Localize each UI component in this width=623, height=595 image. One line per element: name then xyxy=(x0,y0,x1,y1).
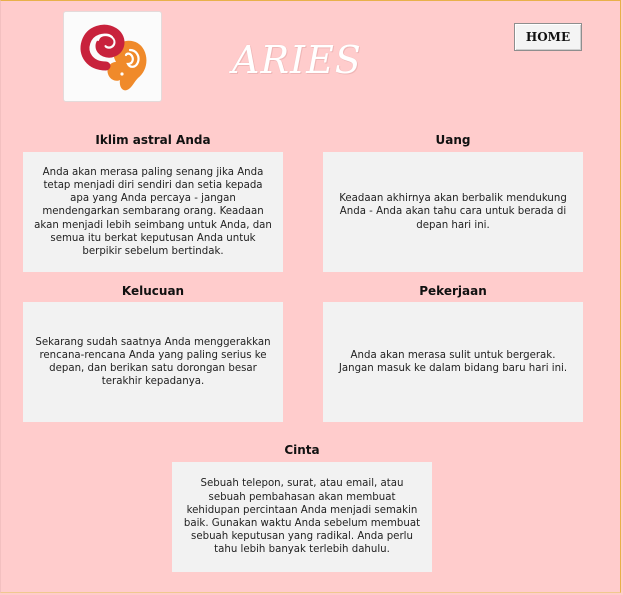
card-text-uang: Keadaan akhirnya akan berbalik mendukung… xyxy=(339,193,567,231)
card-cinta: Sebuah telepon, surat, atau email, atau … xyxy=(172,462,432,572)
card-text-pekerjaan: Anda akan merasa sulit untuk bergerak. J… xyxy=(338,349,568,374)
card-text-iklim: Anda akan merasa paling senang jika Anda… xyxy=(34,166,272,257)
section-title-kelucuan: Kelucuan xyxy=(121,284,185,298)
card-text-cinta: Sebuah telepon, surat, atau email, atau … xyxy=(183,478,421,556)
card-iklim: Anda akan merasa paling senang jika Anda… xyxy=(23,152,283,272)
page-title: ARIES xyxy=(232,38,362,82)
section-title-cinta: Cinta xyxy=(284,443,320,457)
aries-ram-icon xyxy=(80,24,147,91)
card-text-kelucuan: Sekarang sudah saatnya Anda menggerakkan… xyxy=(35,336,271,388)
section-title-uang: Uang xyxy=(435,133,471,147)
home-button[interactable]: HOME xyxy=(514,23,582,51)
card-kelucuan: Sekarang sudah saatnya Anda menggerakkan… xyxy=(23,302,283,422)
aries-logo xyxy=(63,11,162,102)
card-uang: Keadaan akhirnya akan berbalik mendukung… xyxy=(323,152,583,272)
section-title-iklim: Iklim astral Anda xyxy=(95,133,211,147)
section-title-pekerjaan: Pekerjaan xyxy=(419,284,487,298)
card-pekerjaan: Anda akan merasa sulit untuk bergerak. J… xyxy=(323,302,583,422)
